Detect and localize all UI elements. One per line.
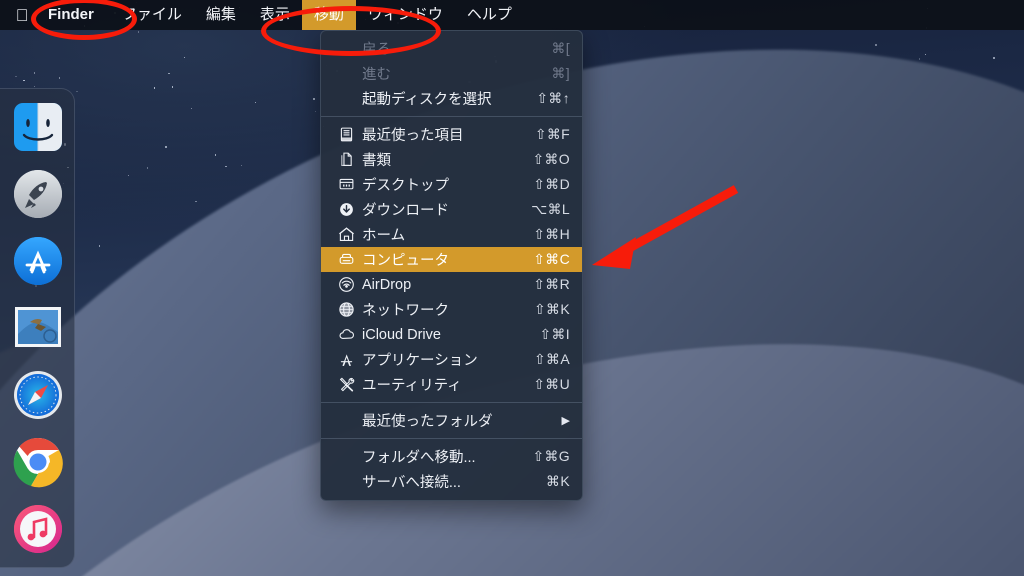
menu-item[interactable]: コンピュータ ⇧⌘C [321, 247, 582, 272]
dock-item-launchpad[interactable] [10, 166, 66, 222]
menu-item[interactable]: ユーティリティ ⇧⌘U [321, 372, 582, 397]
menu-item-shortcut: ⌘] [551, 65, 570, 81]
icloud-cloud-icon [335, 326, 357, 344]
utilities-icon [335, 376, 357, 394]
dock-item-mail[interactable] [10, 300, 66, 356]
menu-item-label: 起動ディスクを選択 [362, 92, 492, 108]
menu-item[interactable]: ホーム ⇧⌘H [321, 222, 582, 247]
menu-item-label: アプリケーション [362, 353, 478, 369]
recent-items-icon [335, 126, 357, 144]
menu-item[interactable]: 書類 ⇧⌘O [321, 147, 582, 172]
airdrop-icon [335, 276, 357, 294]
menu-item-shortcut: ⌘K [546, 473, 570, 489]
downloads-icon [335, 201, 357, 219]
menu-bar-item-3[interactable]: 表示 [248, 0, 302, 30]
menu-separator [321, 438, 582, 439]
menu-item[interactable]: ネットワーク ⇧⌘K [321, 297, 582, 322]
menu-item: 進む ⌘] [321, 61, 582, 86]
menu-separator [321, 116, 582, 117]
go-menu-dropdown: 戻る ⌘[ 進む ⌘] 起動ディスクを選択 ⇧⌘↑ 最近使った項目 ⇧⌘F 書類 ⇧⌘O デスクトッ… [320, 30, 583, 501]
menu-item[interactable]: AirDrop ⇧⌘R [321, 272, 582, 297]
menu-item-shortcut: ⇧⌘R [533, 276, 570, 292]
menu-item-label: iCloud Drive [362, 326, 441, 343]
applications-icon [335, 351, 357, 369]
menu-item-label: フォルダへ移動... [362, 450, 476, 466]
dock-item-chrome[interactable] [10, 434, 66, 490]
menu-item-label: ホーム [362, 228, 406, 244]
menu-item-label: ダウンロード [362, 203, 449, 219]
apple-logo-icon[interactable]:  [14, 5, 30, 25]
menu-item-shortcut: ⇧⌘C [533, 251, 570, 267]
menu-bar-item-2[interactable]: 編集 [194, 0, 248, 30]
menu-bar-items: Finder ファイル 編集 表示 移動 ウィンドウ ヘルプ [32, 0, 524, 30]
home-icon [335, 226, 357, 244]
menu-item-shortcut: ⌘[ [551, 40, 570, 56]
menu-item-label: デスクトップ [362, 178, 449, 194]
menu-bar-item-5[interactable]: ウィンドウ [356, 0, 455, 30]
menu-item-label: 書類 [362, 153, 391, 169]
menu-item-shortcut: ⌥⌘L [531, 201, 570, 217]
menu-item[interactable]: iCloud Drive ⇧⌘I [321, 322, 582, 347]
menu-bar-item-1[interactable]: ファイル [110, 0, 194, 30]
menu-separator [321, 402, 582, 403]
dock [0, 88, 75, 568]
menu-item-label: 戻る [362, 42, 391, 58]
menu-item[interactable]: フォルダへ移動... ⇧⌘G [321, 444, 582, 469]
menu-item[interactable]: ダウンロード ⌥⌘L [321, 197, 582, 222]
menu-item[interactable]: デスクトップ ⇧⌘D [321, 172, 582, 197]
computer-icon [335, 251, 357, 269]
menu-item-label: 最近使った項目 [362, 128, 464, 144]
menu-item-label: ユーティリティ [362, 378, 462, 394]
menu-item-label: サーバへ接続... [362, 475, 461, 491]
dock-item-finder[interactable] [10, 99, 66, 155]
menu-item-label: 最近使ったフォルダ [362, 414, 493, 430]
menu-item[interactable]: サーバへ接続... ⌘K [321, 469, 582, 494]
menu-item: 戻る ⌘[ [321, 36, 582, 61]
menu-item-shortcut: ⇧⌘G [532, 448, 570, 464]
menu-item-shortcut: ⇧⌘I [539, 326, 570, 342]
documents-icon [335, 151, 357, 169]
menu-item-label: コンピュータ [362, 253, 449, 269]
desktop-icon [335, 176, 357, 194]
menu-item-shortcut: ⇧⌘H [533, 226, 570, 242]
menu-bar-item-4[interactable]: 移動 [301, 0, 356, 30]
menu-item[interactable]: 起動ディスクを選択 ⇧⌘↑ [321, 86, 582, 111]
network-globe-icon [335, 301, 357, 319]
menu-item-shortcut: ⇧⌘F [534, 126, 570, 142]
menu-item-label: AirDrop [362, 276, 412, 293]
menu-item-label: ネットワーク [362, 303, 449, 319]
menu-item[interactable]: 最近使った項目 ⇧⌘F [321, 122, 582, 147]
dock-item-music[interactable] [10, 501, 66, 557]
menu-item-label: 進む [362, 67, 391, 83]
dock-item-app-store[interactable] [10, 233, 66, 289]
menu-item-shortcut: ⇧⌘A [534, 351, 570, 367]
menu-bar-item-6[interactable]: ヘルプ [455, 0, 524, 30]
menu-item[interactable]: アプリケーション ⇧⌘A [321, 347, 582, 372]
menu-item-shortcut: ⇧⌘K [534, 301, 570, 317]
menu-item-shortcut: ⇧⌘↑ [536, 90, 570, 106]
menu-item-shortcut: ⇧⌘U [533, 376, 570, 392]
submenu-arrow-icon: ▶ [561, 415, 570, 427]
menu-item-shortcut: ⇧⌘D [533, 176, 570, 192]
menu-bar:  Finderファイル編集表示移動ウィンドウヘルプ [0, 0, 1024, 30]
menu-item-shortcut: ⇧⌘O [532, 151, 570, 167]
dock-item-safari[interactable] [10, 367, 66, 423]
menu-bar-item-0[interactable]: Finder [32, 0, 110, 30]
menu-item[interactable]: 最近使ったフォルダ ▶ [321, 408, 582, 433]
